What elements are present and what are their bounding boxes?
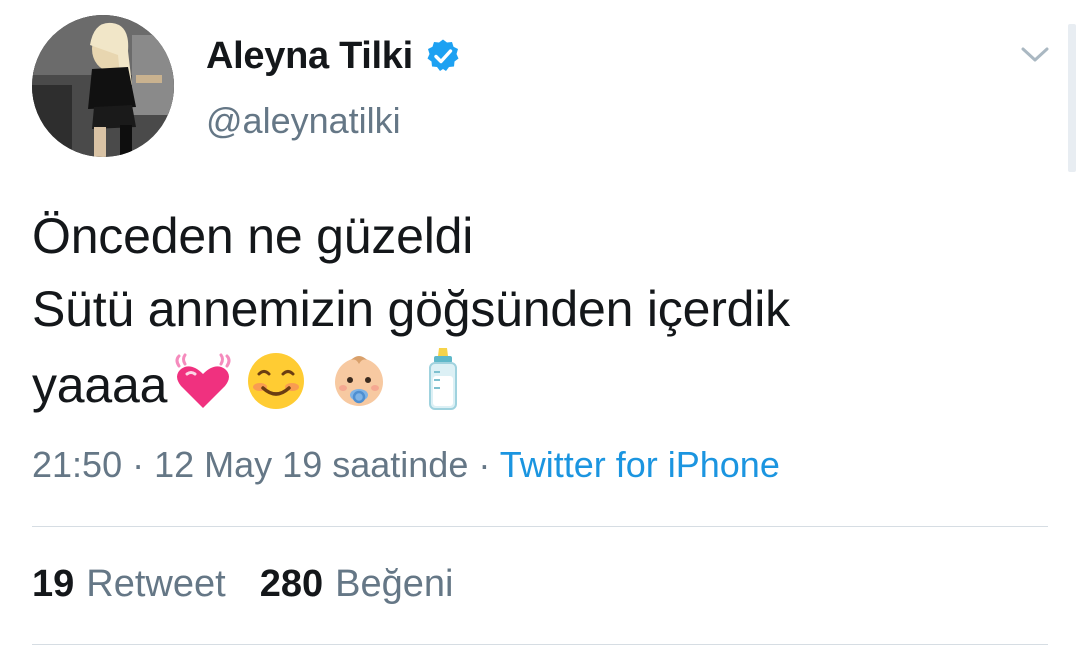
smiling-face-icon — [245, 350, 307, 432]
meta-separator: · — [132, 444, 145, 485]
like-count: 280 — [259, 563, 324, 605]
verified-badge-icon — [425, 38, 461, 74]
likes-stat[interactable]: 280 Beğeni — [260, 563, 454, 606]
scrollbar[interactable] — [1068, 24, 1076, 172]
tweet-time[interactable]: 21:50 — [32, 444, 122, 485]
tweet-line: Önceden ne güzeldi — [32, 208, 474, 264]
meta-separator: · — [478, 444, 491, 485]
tweet-stats: 19 Retweet 280 Beğeni — [32, 563, 453, 606]
tweet-source-link[interactable]: Twitter for iPhone — [500, 444, 780, 485]
baby-with-pacifier-icon — [329, 350, 389, 432]
divider — [32, 644, 1048, 645]
divider — [32, 526, 1048, 527]
tweet-timestamp: 21:50 · 12 May 19 saatinde · Twitter for… — [32, 444, 780, 486]
chevron-down-icon[interactable] — [1018, 40, 1052, 70]
user-handle[interactable]: @aleynatilki — [206, 100, 401, 142]
tweet-line: Sütü annemizin göğsünden içerdik — [32, 281, 790, 337]
tweet-date[interactable]: 12 May 19 saatinde — [154, 444, 468, 485]
avatar[interactable] — [32, 15, 174, 157]
like-label: Beğeni — [335, 563, 454, 605]
tweet-line-with-emojis: yaaaa — [32, 346, 1042, 432]
tweet-text: Önceden ne güzeldi Sütü annemizin göğsün… — [32, 200, 1042, 432]
retweet-label: Retweet — [86, 563, 226, 605]
beating-heart-icon — [171, 352, 235, 432]
tweet-line-text: yaaaa — [32, 357, 168, 413]
retweets-stat[interactable]: 19 Retweet — [32, 563, 226, 606]
baby-bottle-icon — [423, 346, 463, 432]
author-name-row: Aleyna Tilki — [206, 34, 461, 78]
display-name[interactable]: Aleyna Tilki — [206, 35, 413, 78]
retweet-count: 19 — [32, 563, 75, 605]
